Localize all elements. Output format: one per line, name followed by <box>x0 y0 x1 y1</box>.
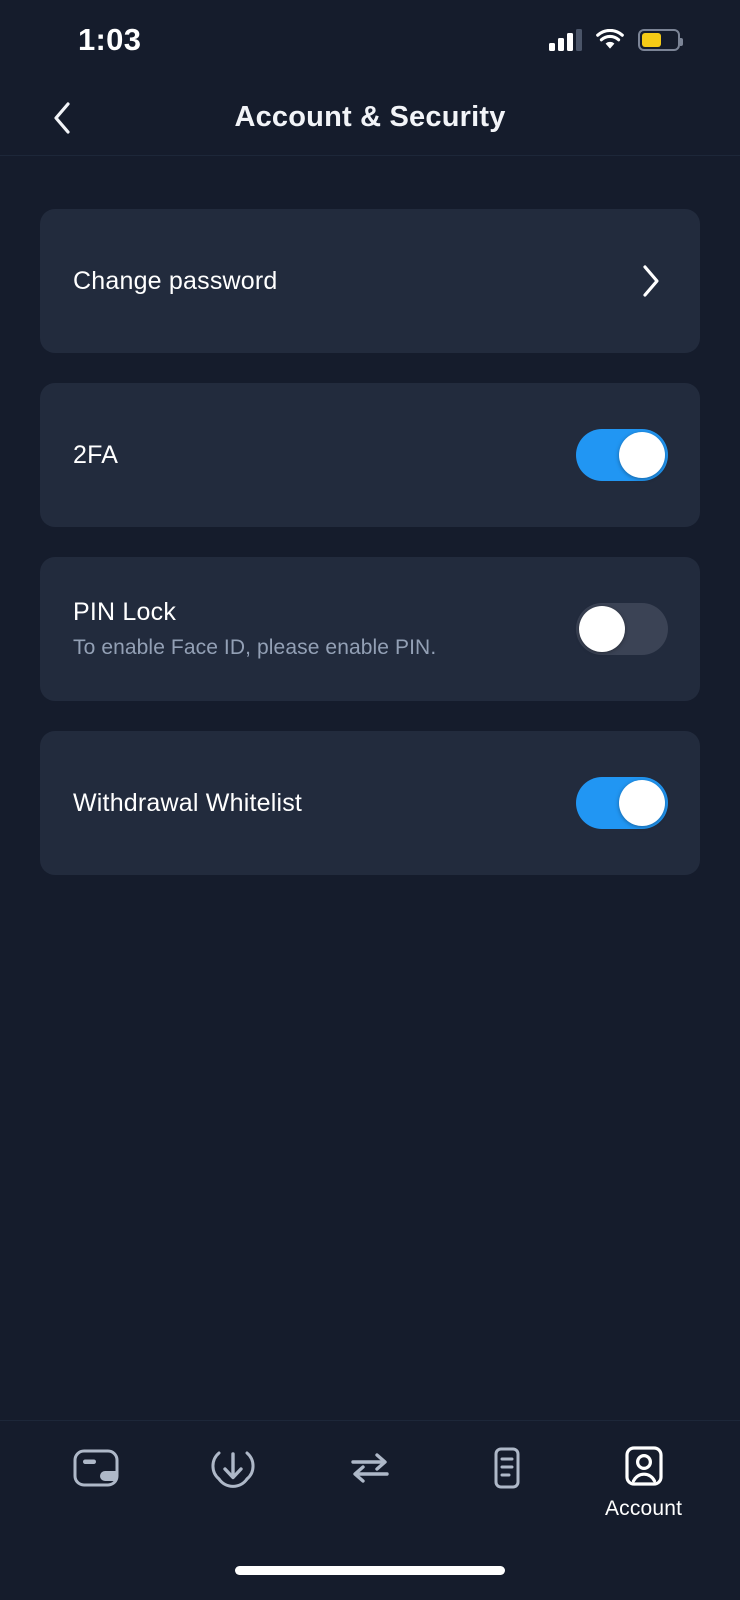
setting-row-withdrawal-whitelist[interactable]: Withdrawal Whitelist <box>40 731 700 875</box>
nav-item-label-account: Account <box>604 1497 683 1520</box>
setting-subtitle: To enable Face ID, please enable PIN. <box>73 636 437 659</box>
account-badge-icon <box>624 1446 663 1486</box>
status-bar: 1:03 <box>0 0 740 80</box>
settings-list: Change password 2FA PIN Lock To enable F… <box>0 156 740 1420</box>
status-bar-icons <box>549 29 683 51</box>
nav-item-deposit[interactable] <box>165 1445 302 1491</box>
chevron-right-icon[interactable] <box>640 264 660 298</box>
setting-title: Withdrawal Whitelist <box>73 788 303 817</box>
setting-row-two-factor-auth[interactable]: 2FA <box>40 383 700 527</box>
toggle-knob <box>579 606 625 652</box>
chevron-left-icon <box>54 101 70 134</box>
toggle-two-factor-auth[interactable] <box>576 429 668 481</box>
cellular-signal-icon <box>549 29 582 51</box>
toggle-knob <box>619 432 665 478</box>
bottom-navigation-bar: Account <box>0 1420 740 1540</box>
back-button[interactable] <box>40 96 84 140</box>
nav-item-account[interactable]: Account <box>575 1445 712 1521</box>
setting-title: 2FA <box>73 440 119 469</box>
download-circle-icon <box>211 1451 255 1488</box>
document-lines-icon <box>494 1447 520 1489</box>
home-indicator-area <box>0 1540 740 1600</box>
setting-title: Change password <box>73 266 278 295</box>
setting-text-group: PIN Lock To enable Face ID, please enabl… <box>73 598 436 660</box>
swap-arrows-icon <box>351 1453 389 1483</box>
toggle-knob <box>619 780 665 826</box>
home-indicator[interactable] <box>235 1565 505 1575</box>
nav-item-wallet[interactable] <box>28 1445 165 1491</box>
toggle-withdrawal-whitelist[interactable] <box>576 777 668 829</box>
wifi-icon <box>596 29 624 49</box>
setting-title: PIN Lock <box>73 598 177 626</box>
setting-row-change-password[interactable]: Change password <box>40 209 700 353</box>
setting-text-group: Withdrawal Whitelist <box>73 789 302 818</box>
battery-icon <box>638 29 683 51</box>
page-header: Account & Security <box>0 80 740 156</box>
nav-item-transfer[interactable] <box>302 1445 439 1491</box>
nav-item-history[interactable] <box>438 1445 575 1491</box>
status-bar-time: 1:03 <box>78 22 142 57</box>
toggle-pin-lock[interactable] <box>576 603 668 655</box>
page-title: Account & Security <box>234 101 506 133</box>
setting-row-pin-lock[interactable]: PIN Lock To enable Face ID, please enabl… <box>40 557 700 701</box>
setting-text-group: 2FA <box>73 441 118 470</box>
app-screen: 1:03 Account & Security Change password … <box>0 0 740 1600</box>
setting-text-group: Change password <box>73 267 278 296</box>
wallet-icon <box>73 1449 119 1487</box>
